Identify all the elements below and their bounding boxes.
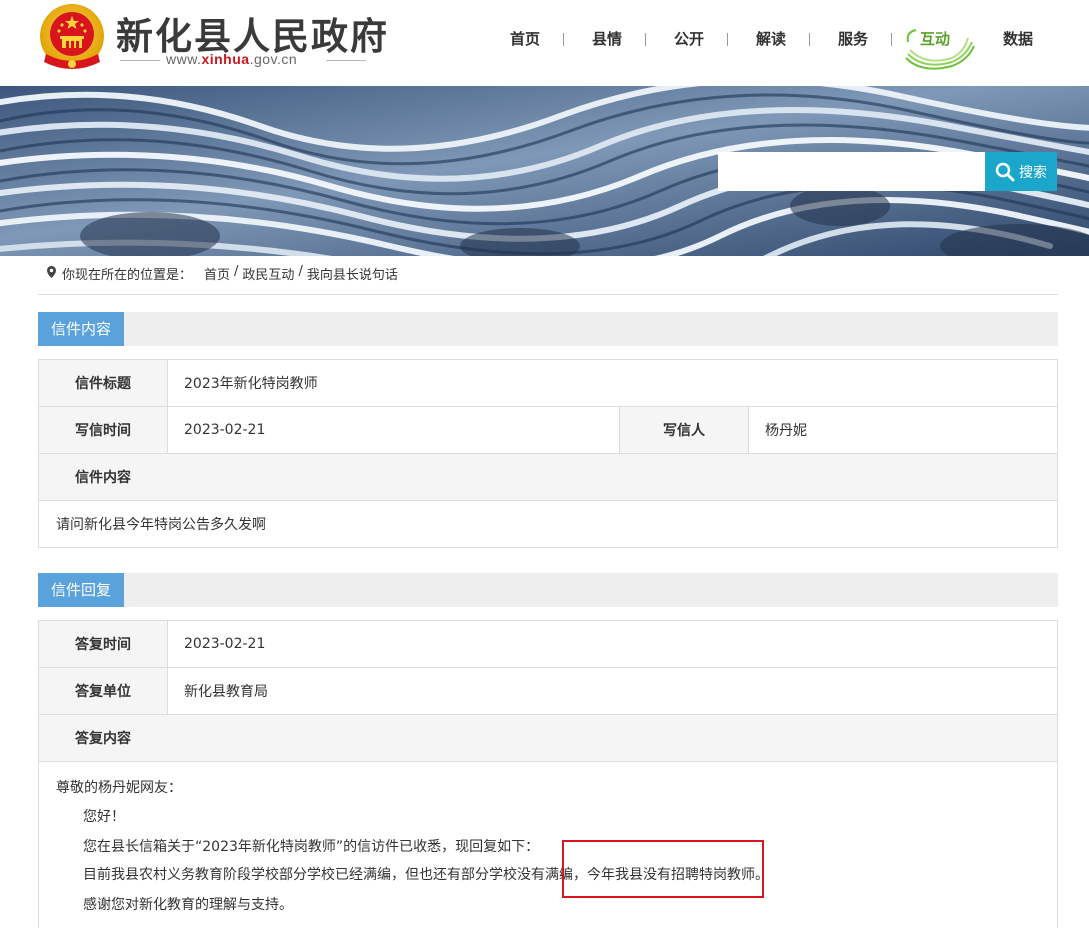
location-pin-icon [47, 266, 56, 278]
letter-time-label: 写信时间 [39, 407, 167, 453]
search-input[interactable] [718, 152, 986, 191]
letter-content-value: 请问新化县今年特岗公告多久发啊 [56, 517, 266, 533]
letter-section-header: 信件内容 [38, 312, 1058, 346]
nav-interaction[interactable]: 互动 [894, 28, 976, 49]
table-row: 请问新化县今年特岗公告多久发啊 [39, 501, 1057, 548]
reply-content-label: 答复内容 [39, 715, 1057, 761]
table-row: 信件标题 2023年新化特岗教师 [39, 360, 1057, 407]
search-button-label: 搜索 [1019, 164, 1047, 181]
nav-divider [727, 33, 728, 46]
highlight-annotation-box [562, 840, 764, 898]
nav-public[interactable]: 公开 [648, 28, 730, 49]
letter-time-value: 2023-02-21 [184, 422, 266, 438]
reply-unit-label: 答复单位 [39, 668, 167, 714]
divider [326, 60, 366, 61]
nav-interpretation[interactable]: 解读 [730, 28, 812, 49]
national-emblem-icon[interactable] [38, 2, 106, 74]
nav-county-info[interactable]: 县情 [566, 28, 648, 49]
table-row: 答复时间 2023-02-21 [39, 621, 1057, 668]
reply-time-label: 答复时间 [39, 621, 167, 667]
table-row: 答复单位 新化县教育局 [39, 668, 1057, 715]
reply-table: 答复时间 2023-02-21 答复单位 新化县教育局 答复内容 尊敬的杨丹妮网… [38, 620, 1058, 928]
letter-section-title: 信件内容 [38, 312, 124, 346]
reply-content-body: 尊敬的杨丹妮网友： 您好！ 您在县长信箱关于“2023年新化特岗教师”的信访件已… [39, 762, 1057, 928]
nav-service[interactable]: 服务 [812, 28, 894, 49]
letter-table: 信件标题 2023年新化特岗教师 写信时间 2023-02-21 写信人 杨丹妮… [38, 359, 1058, 548]
breadcrumb: 你现在所在的位置是： 首页 / 政民互动 / 我向县长说句话 [38, 264, 1058, 295]
site-url-prefix: www. [166, 51, 202, 67]
search-button[interactable]: 搜索 [985, 152, 1057, 191]
nav-divider [563, 33, 564, 46]
reply-greeting: 尊敬的杨丹妮网友： [56, 780, 182, 796]
site-header: 新化县人民政府 www.xinhua.gov.cn 首页 县情 公开 解读 服务… [0, 0, 1089, 86]
letter-author-label: 写信人 [620, 407, 748, 453]
nav-divider [645, 33, 646, 46]
letter-title-label: 信件标题 [39, 360, 167, 406]
site-url-suffix: .gov.cn [249, 51, 298, 67]
table-row: 信件内容 [39, 454, 1057, 501]
reply-acknowledgement: 您在县长信箱关于“2023年新化特岗教师”的信访件已收悉，现回复如下： [83, 839, 540, 855]
reply-unit-value: 新化县教育局 [184, 684, 268, 700]
breadcrumb-prefix: 你现在所在的位置是： [62, 268, 193, 283]
breadcrumb-current-link[interactable]: 我向县长说句话 [307, 264, 398, 283]
nav-divider [809, 33, 810, 46]
nav-home[interactable]: 首页 [484, 28, 566, 49]
table-row: 答复内容 [39, 715, 1057, 762]
divider [120, 60, 160, 61]
site-url: www.xinhua.gov.cn [120, 51, 366, 69]
reply-section-title: 信件回复 [38, 573, 124, 607]
reply-time-value: 2023-02-21 [184, 636, 266, 652]
reply-section-header: 信件回复 [38, 573, 1058, 607]
nav-divider [891, 33, 892, 46]
site-url-accent: xinhua [201, 51, 250, 67]
reply-hello: 您好！ [83, 809, 125, 825]
breadcrumb-separator: / [298, 264, 303, 279]
breadcrumb-separator: / [234, 264, 239, 279]
nav-data[interactable]: 数据 [977, 28, 1059, 49]
search-icon [995, 162, 1015, 181]
reply-thanks: 感谢您对新化教育的理解与支持。 [83, 897, 293, 913]
letter-title-value: 2023年新化特岗教师 [184, 376, 318, 392]
breadcrumb-home-link[interactable]: 首页 [204, 264, 230, 283]
table-row: 写信时间 2023-02-21 写信人 杨丹妮 [39, 407, 1057, 454]
letter-author-value: 杨丹妮 [765, 423, 807, 439]
letter-content-label: 信件内容 [39, 454, 1057, 500]
breadcrumb-interaction-link[interactable]: 政民互动 [242, 264, 294, 283]
